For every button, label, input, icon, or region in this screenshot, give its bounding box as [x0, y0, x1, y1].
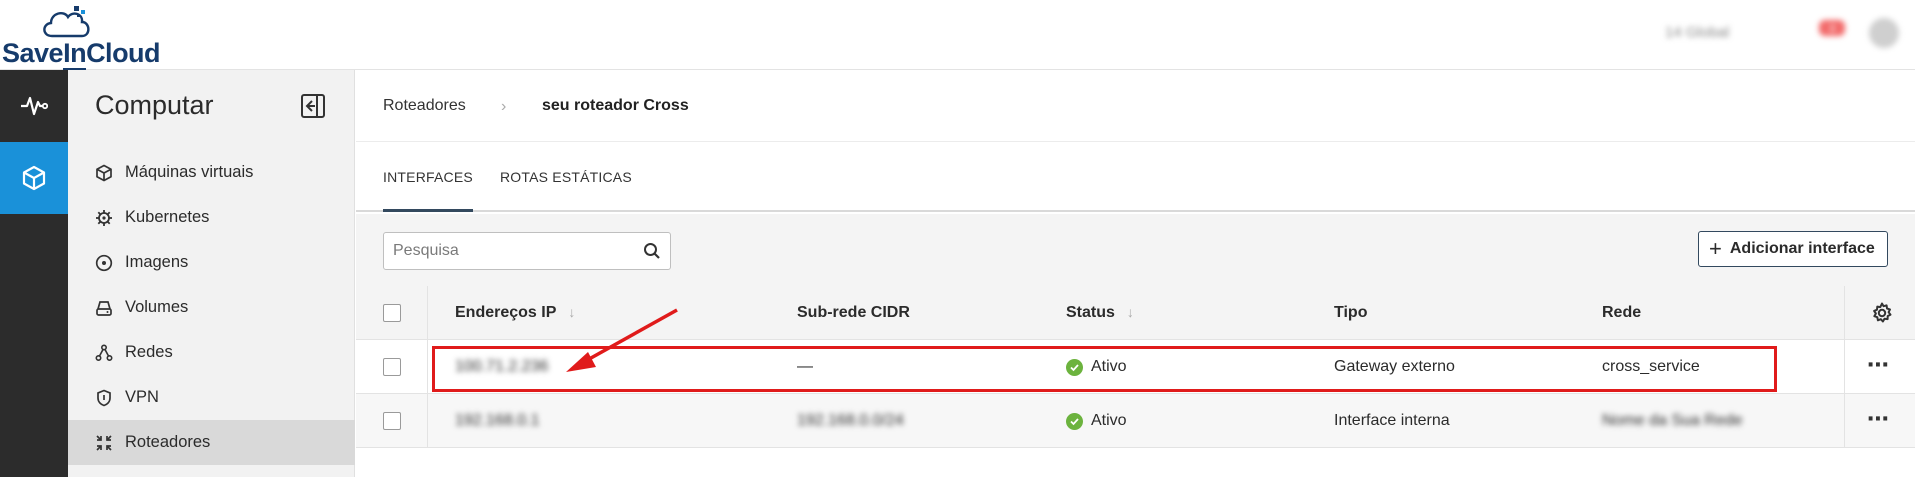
select-all-checkbox[interactable] — [383, 304, 401, 322]
helm-icon — [95, 209, 113, 227]
gear-icon[interactable] — [1871, 302, 1893, 324]
sidebar-item-label: Imagens — [125, 253, 189, 271]
column-status[interactable]: Status ↓ — [1066, 304, 1134, 322]
breadcrumb: Roteadores › seu roteador Cross — [356, 70, 1915, 142]
cloud-icon — [43, 6, 90, 38]
tab-bar: INTERFACES ROTAS ESTÁTICAS — [356, 142, 1915, 212]
header-user-area[interactable]: 14 Global 3 — [1655, 14, 1915, 54]
breadcrumb-routers[interactable]: Roteadores — [383, 97, 466, 115]
network-cell: Nome da Sua Rede — [1602, 412, 1743, 429]
cube-icon — [22, 165, 46, 191]
shield-icon — [95, 389, 113, 407]
sidebar-item-virtual-machines[interactable]: Máquinas virtuais — [68, 150, 355, 195]
status-cell: Ativo — [1066, 358, 1127, 376]
sidebar-item-vpn[interactable]: VPN — [68, 375, 355, 420]
sidebar-item-kubernetes[interactable]: Kubernetes — [68, 195, 355, 240]
type-cell: Gateway externo — [1334, 358, 1455, 375]
sidebar-item-routers[interactable]: Roteadores — [68, 420, 355, 465]
drive-icon — [95, 299, 113, 317]
sidebar-item-networks[interactable]: Redes — [68, 330, 355, 375]
icon-rail — [0, 70, 68, 477]
pulse-icon — [21, 96, 48, 116]
type-cell: Interface interna — [1334, 412, 1450, 429]
rail-item-compute[interactable] — [0, 142, 68, 214]
breadcrumb-separator: › — [501, 98, 507, 115]
sidebar-title: Computar — [95, 90, 214, 120]
column-subnet-cidr[interactable]: Sub-rede CIDR — [797, 304, 910, 322]
column-network[interactable]: Rede — [1602, 304, 1641, 322]
sidebar-item-volumes[interactable]: Volumes — [68, 285, 355, 330]
search-icon[interactable] — [643, 242, 661, 260]
column-ip-addresses[interactable]: Endereços IP ↓ — [455, 304, 575, 322]
row-checkbox[interactable] — [383, 358, 401, 376]
search-box — [383, 232, 671, 270]
row-actions-menu-icon[interactable]: ⋯ — [1867, 406, 1890, 432]
tab-interfaces[interactable]: INTERFACES — [383, 169, 473, 212]
sidebar-item-label: Máquinas virtuais — [125, 163, 254, 181]
router-icon — [95, 434, 113, 452]
sidebar-item-images[interactable]: Imagens — [68, 240, 355, 285]
table-header: Endereços IP ↓ Sub-rede CIDR Status ↓ Tipo… — [356, 286, 1915, 340]
cube-icon — [95, 164, 113, 182]
add-interface-button[interactable]: + Adicionar interface — [1698, 231, 1888, 267]
sidebar-item-label: Redes — [125, 343, 173, 361]
column-type[interactable]: Tipo — [1334, 304, 1367, 322]
network-icon — [95, 343, 113, 362]
cidr-cell: — — [797, 358, 813, 375]
row-actions-menu-icon[interactable]: ⋯ — [1867, 352, 1890, 378]
sort-arrow-icon[interactable]: ↓ — [568, 304, 575, 320]
check-circle-icon — [1066, 358, 1083, 376]
sidebar: Computar Máquinas virtuais Kubernetes Im… — [68, 70, 355, 477]
tab-static-routes[interactable]: ROTAS ESTÁTICAS — [500, 169, 632, 212]
table-row[interactable]: 100.71.2.236 — Ativo Gateway externo cro… — [356, 340, 1915, 394]
row-checkbox[interactable] — [383, 412, 401, 430]
rail-item-monitoring[interactable] — [0, 70, 68, 142]
notification-icon[interactable]: 3 — [1815, 18, 1849, 44]
plus-icon: + — [1709, 236, 1722, 261]
sidebar-item-label: Volumes — [125, 298, 189, 316]
search-input[interactable] — [393, 233, 633, 269]
disc-icon — [95, 254, 113, 272]
cidr-cell: 192.168.0.0/24 — [797, 412, 904, 429]
breadcrumb-current: seu roteador Cross — [542, 97, 689, 114]
status-cell: Ativo — [1066, 412, 1127, 430]
ip-address-cell: 100.71.2.236 — [455, 358, 549, 375]
brand-name: SaveInCloud — [2, 38, 161, 71]
add-interface-label: Adicionar interface — [1729, 240, 1875, 257]
ip-address-cell: 192.168.0.1 — [455, 412, 540, 429]
column-divider — [427, 286, 428, 448]
table-row[interactable]: 192.168.0.1 192.168.0.0/24 Ativo Interfa… — [356, 394, 1915, 448]
avatar[interactable] — [1869, 18, 1899, 48]
user-label[interactable]: 14 Global — [1665, 24, 1729, 41]
check-circle-icon — [1066, 412, 1083, 430]
main-content: Roteadores › seu roteador Cross INTERFAC… — [356, 70, 1915, 477]
collapse-sidebar-icon[interactable] — [299, 92, 327, 120]
tabs-area: INTERFACES ROTAS ESTÁTICAS + Adicionar i… — [356, 142, 1915, 287]
top-bar: SaveInCloud 14 Global 3 — [0, 0, 1915, 71]
sidebar-item-label: VPN — [125, 388, 159, 406]
toolbar: + Adicionar interface — [356, 214, 1915, 287]
column-divider — [1844, 286, 1845, 448]
sidebar-item-label: Kubernetes — [125, 208, 210, 226]
sidebar-item-label: Roteadores — [125, 433, 211, 451]
network-cell: cross_service — [1602, 358, 1700, 375]
svg-text:3: 3 — [1829, 23, 1835, 35]
sort-arrow-icon[interactable]: ↓ — [1127, 304, 1134, 320]
brand-logo[interactable]: SaveInCloud — [2, 4, 162, 71]
